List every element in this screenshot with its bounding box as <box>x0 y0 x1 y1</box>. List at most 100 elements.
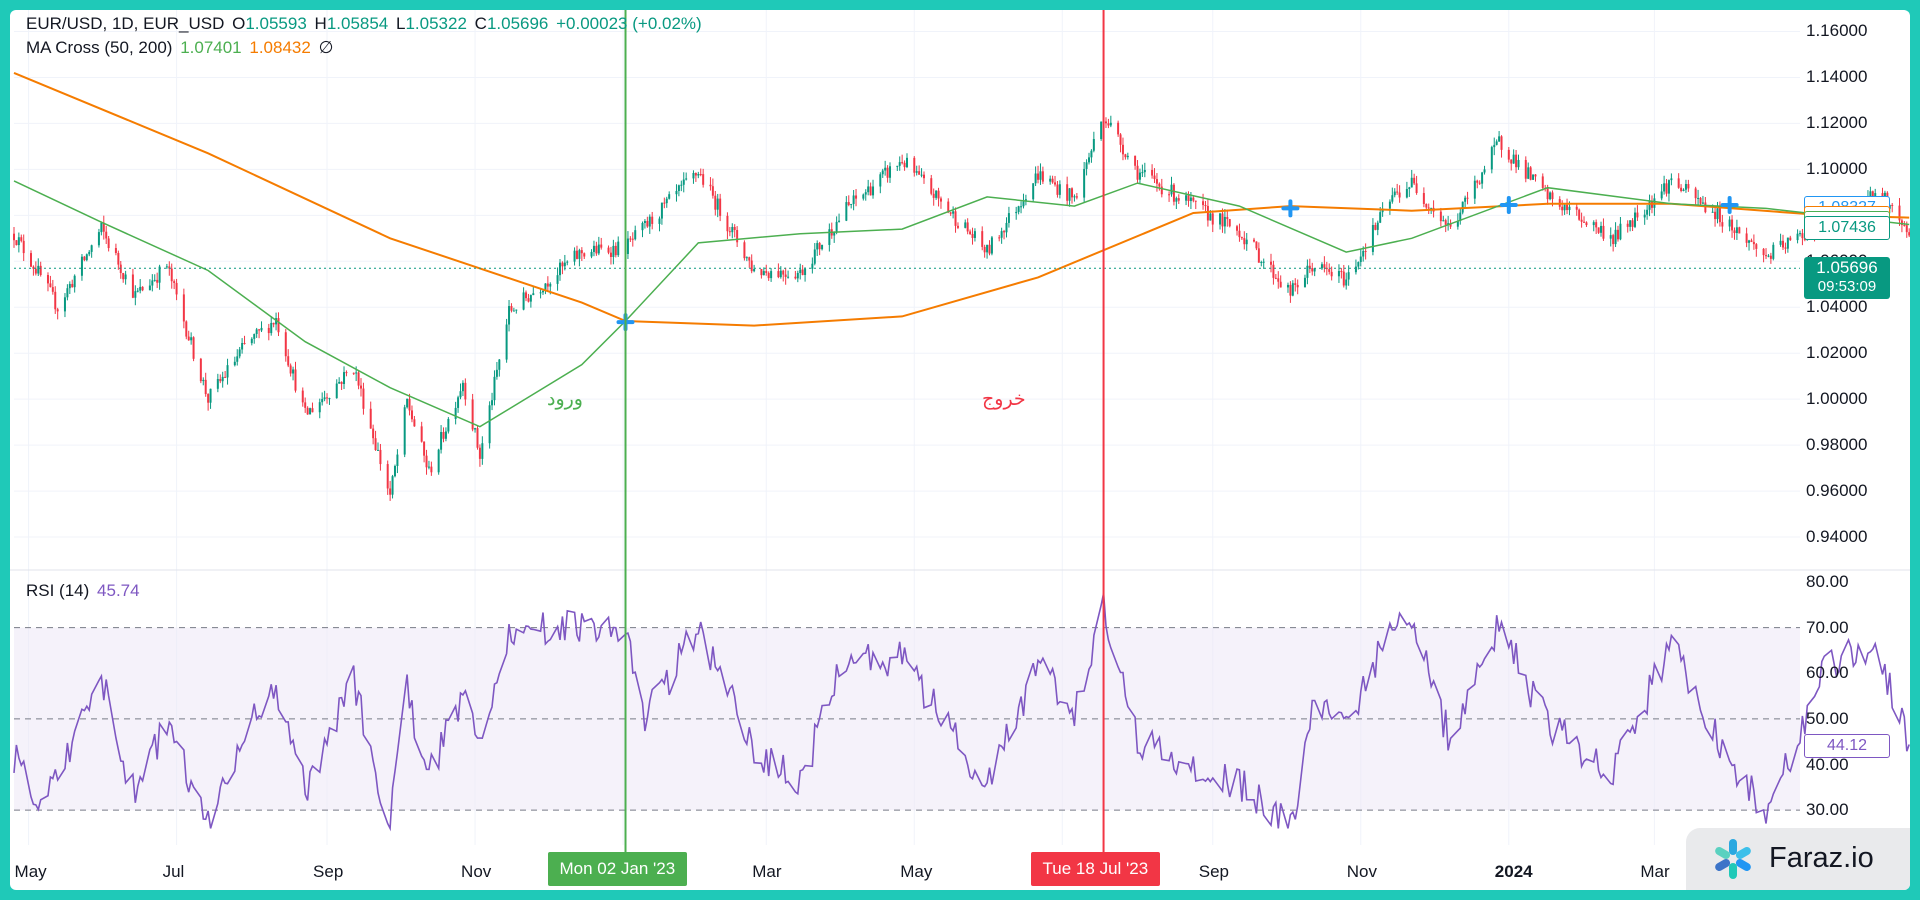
candle-body <box>423 441 426 456</box>
chart-canvas[interactable] <box>10 10 1910 890</box>
candle-body <box>493 376 496 401</box>
candle-body <box>1219 213 1222 225</box>
rsi-legend[interactable]: RSI (14) 45.74 <box>26 581 143 601</box>
candle-body <box>590 251 593 257</box>
candle-body <box>410 410 413 420</box>
candle-body <box>255 329 258 335</box>
hidden-eye-icon[interactable]: ∅ <box>319 38 334 57</box>
candle-body <box>556 275 559 284</box>
candle-body <box>1481 172 1484 184</box>
candle-body <box>811 263 814 269</box>
candle-body <box>309 408 312 415</box>
candle-body <box>447 418 450 432</box>
candle-body <box>430 466 433 473</box>
candle-body <box>202 379 205 382</box>
candle-body <box>83 256 86 261</box>
candle-body <box>481 443 484 459</box>
candle-body <box>1903 224 1906 226</box>
candle-body <box>852 195 855 204</box>
candle-body <box>1422 193 1425 204</box>
candle-body <box>714 195 717 210</box>
rsi-tick-label: 30.00 <box>1806 800 1849 820</box>
candle-body <box>677 185 680 191</box>
candle-body <box>1711 211 1714 213</box>
candle-body <box>1236 226 1239 231</box>
candle-body <box>1517 159 1520 168</box>
candle-body <box>454 407 457 419</box>
candle-body <box>141 286 144 291</box>
candle-body <box>561 262 564 267</box>
candle-body <box>998 237 1001 239</box>
candle-body <box>1291 283 1294 296</box>
cross-marker-icon <box>1281 199 1300 218</box>
candle-body <box>1600 225 1603 233</box>
candle-body <box>139 286 142 291</box>
candle-body <box>1396 191 1399 193</box>
candle-body <box>898 162 901 166</box>
candle-body <box>1549 192 1552 200</box>
candle-body <box>862 194 865 199</box>
candle-body <box>488 405 491 444</box>
candle-body <box>1614 229 1617 245</box>
candle-body <box>491 400 494 406</box>
candle-body <box>1257 248 1260 263</box>
candle-body <box>614 245 617 256</box>
candle-body <box>272 322 275 325</box>
candle-body <box>1158 183 1161 187</box>
candle-body <box>1155 179 1158 184</box>
candle-body <box>1439 211 1442 222</box>
candle-body <box>731 226 734 233</box>
candle-body <box>918 171 921 175</box>
candle-body <box>694 172 697 176</box>
candle-body <box>294 369 297 391</box>
candle-body <box>1136 165 1139 180</box>
candle-body <box>617 241 620 256</box>
rsi-tick-label: 70.00 <box>1806 617 1849 637</box>
candle-body <box>1379 212 1382 223</box>
candle-body <box>1269 261 1272 265</box>
cross-marker-icon <box>1720 195 1739 214</box>
candle-body <box>1408 187 1411 189</box>
candle-body <box>1141 172 1144 174</box>
candle-body <box>216 379 219 389</box>
candle-body <box>258 329 261 331</box>
candle-body <box>54 291 57 310</box>
candle-body <box>1789 237 1792 241</box>
candle-body <box>442 431 445 439</box>
price-tick-label: 0.94000 <box>1806 527 1868 547</box>
candle-body <box>1185 195 1188 201</box>
open-label: O <box>232 14 246 33</box>
candle-body <box>1303 277 1306 288</box>
candle-body <box>1796 233 1799 241</box>
candle-body <box>884 167 887 171</box>
ma-legend[interactable]: MA Cross (50, 200) 1.07401 1.08432 ∅ <box>26 38 336 58</box>
ma-price-badge: 1.07436 <box>1804 216 1890 241</box>
candle-body <box>1701 202 1704 204</box>
candle-body <box>787 276 790 278</box>
candle-body <box>663 202 666 204</box>
candle-body <box>224 376 227 378</box>
price-tick-label: 0.98000 <box>1806 435 1868 455</box>
candle-body <box>1745 233 1748 243</box>
candle-body <box>930 178 933 194</box>
candle-body <box>1238 230 1241 238</box>
candle-body <box>362 388 365 409</box>
candle-body <box>1721 222 1724 227</box>
candle-body <box>782 270 785 275</box>
candle-body <box>796 273 799 279</box>
candle-body <box>939 198 942 202</box>
candle-body <box>1104 121 1107 124</box>
candle-body <box>1015 211 1018 214</box>
candle-body <box>760 269 763 276</box>
candle-body <box>1532 174 1535 180</box>
candle-body <box>1092 138 1095 151</box>
candle-body <box>136 290 139 292</box>
candle-body <box>1765 255 1768 257</box>
candle-body <box>1718 208 1721 223</box>
candle-body <box>1272 264 1275 278</box>
candle-body <box>889 166 892 178</box>
candle-body <box>408 398 411 411</box>
candle-body <box>80 256 83 276</box>
candle-body <box>1223 216 1226 227</box>
candle-body <box>165 266 168 268</box>
